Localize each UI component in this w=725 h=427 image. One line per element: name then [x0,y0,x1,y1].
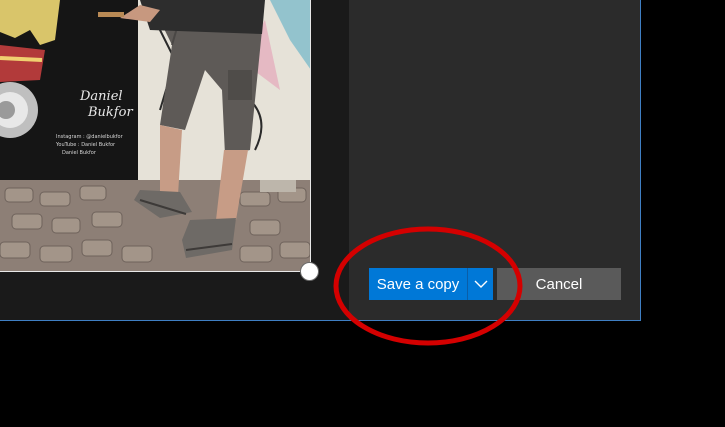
save-a-copy-button[interactable]: Save a copy [369,268,467,300]
save-options-dropdown-button[interactable] [468,268,493,300]
cancel-button[interactable]: Cancel [497,268,621,300]
handwriting-line-1: Daniel [79,89,123,104]
photo-image: Daniel Bukfor Instagram : @danielbukfor … [0,0,310,271]
canvas-area: Daniel Bukfor Instagram : @danielbukfor … [0,0,349,320]
handwriting-line-2: Bukfor [87,105,133,120]
photo-preview: Daniel Bukfor Instagram : @danielbukfor … [0,0,311,272]
signature-caption-1: Instagram : @danielbukfor [56,134,124,140]
save-split-button: Save a copy [369,268,493,300]
screen: Daniel Bukfor Instagram : @danielbukfor … [0,0,725,427]
photo-editor-window: Daniel Bukfor Instagram : @danielbukfor … [0,0,641,321]
signature-caption-3: Daniel Bukfor [62,150,97,156]
crop-resize-handle[interactable] [300,262,319,281]
signature-caption-2: YouTube : Daniel Bukfor [55,142,116,148]
chevron-down-icon [474,280,487,288]
